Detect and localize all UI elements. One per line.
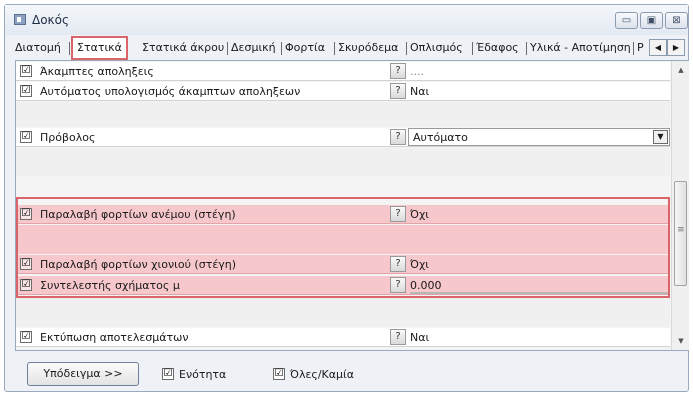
tab-section[interactable]: Διατομή <box>15 40 61 58</box>
property-label: Παραλαβή φορτίων χιονιού (στέγη) <box>40 258 237 271</box>
example-button[interactable]: Υπόδειγμα >> <box>27 362 139 386</box>
property-row-rigid-ends: ☑ Άκαμπτες αποληξεις ? .... <box>16 62 670 81</box>
row-spacer <box>16 148 670 176</box>
property-label: Αυτόματος υπολογισμός άκαμπτων αποληξεων <box>40 85 301 98</box>
row-checkbox[interactable]: ☑ <box>20 65 32 77</box>
vertical-scrollbar[interactable]: ▲ ▼ <box>671 61 689 350</box>
tab-separator <box>526 42 527 55</box>
unit-checkbox[interactable]: ☑ Ενότητα <box>162 367 252 381</box>
scroll-down-icon[interactable]: ▼ <box>672 334 690 348</box>
tab-strip: Διατομή Στατικά Στατικά άκρου Δεσμική Φο… <box>9 36 685 60</box>
row-checkbox[interactable]: ☑ <box>20 279 32 291</box>
property-label: Παραλαβή φορτίων ανέμου (στέγη) <box>40 208 236 221</box>
property-label: Πρόβολος <box>40 131 96 144</box>
tab-concrete[interactable]: Σκυρόδεμα <box>338 40 398 58</box>
property-grid: ☑ Άκαμπτες αποληξεις ? .... ☑ Αυτόματος … <box>15 60 689 351</box>
scroll-thumb[interactable] <box>674 181 687 286</box>
shape-coefficient-input[interactable]: 0.000 <box>410 279 442 292</box>
title-bar[interactable]: Δοκός ▭ ▣ ⊠ <box>5 5 688 35</box>
row-checkbox[interactable]: ☑ <box>20 258 32 270</box>
help-button[interactable]: ? <box>390 277 406 293</box>
tab-scroll-left-icon[interactable]: ◀ <box>649 39 667 56</box>
row-checkbox[interactable]: ☑ <box>20 85 32 97</box>
help-button[interactable]: ? <box>390 129 406 145</box>
tab-end-statics[interactable]: Στατικά άκρου <box>142 40 224 58</box>
property-value[interactable]: Όχι <box>410 258 429 271</box>
tab-statics[interactable]: Στατικά <box>71 36 128 60</box>
close-button[interactable]: ⊠ <box>665 12 688 29</box>
tab-separator <box>633 42 634 55</box>
tab-reinforcement[interactable]: Οπλισμός <box>410 40 463 58</box>
tab-soil[interactable]: Έδαφος <box>476 40 519 58</box>
tab-separator <box>406 42 407 55</box>
checkbox-box[interactable]: ☑ <box>162 368 174 380</box>
tab-separator <box>281 42 282 55</box>
select-value: Αυτόματο <box>413 131 468 144</box>
property-label: Άκαμπτες αποληξεις <box>40 65 154 78</box>
row-checkbox[interactable]: ☑ <box>20 208 32 220</box>
dialog-window: Δοκός ▭ ▣ ⊠ Διατομή Στατικά Στατικά άκρο… <box>4 4 689 392</box>
tab-separator <box>69 42 70 55</box>
property-label: Εκτύπωση αποτελεσμάτων <box>40 331 189 344</box>
tab-scroll-arrows: ◀ ▶ <box>649 39 685 56</box>
tab-loads[interactable]: Φορτία <box>285 40 325 58</box>
select-all-checkbox[interactable]: ☑ Όλες/Καμία <box>273 367 383 381</box>
help-button[interactable]: ? <box>390 256 406 272</box>
property-label: Συντελεστής σχήματος μ <box>40 279 180 292</box>
property-value[interactable]: .... <box>410 65 424 78</box>
tab-materials-assessment[interactable]: Υλικά - Αποτίμηση <box>530 40 631 58</box>
tab-separator <box>227 42 228 55</box>
row-spacer <box>16 296 670 327</box>
help-button[interactable]: ? <box>390 63 406 79</box>
cantilever-select[interactable]: Αυτόματο ▼ <box>408 128 670 146</box>
dialog-footer: Υπόδειγμα >> ☑ Ενότητα ☑ Όλες/Καμία <box>5 352 688 391</box>
property-value[interactable]: Όχι <box>410 208 429 221</box>
tab-separator <box>472 42 473 55</box>
row-checkbox[interactable]: ☑ <box>20 131 32 143</box>
checkbox-label: Ενότητα <box>179 368 227 381</box>
property-row-shape-coefficient: ☑ Συντελεστής σχήματος μ ? 0.000 <box>16 276 670 295</box>
property-value[interactable]: Ναι <box>410 331 429 344</box>
property-row-snow-loads: ☑ Παραλαβή φορτίων χιονιού (στέγη) ? Όχι <box>16 255 670 274</box>
scroll-up-icon[interactable]: ▲ <box>672 63 690 77</box>
tab-truncated[interactable]: Ρ <box>637 40 644 58</box>
property-row-wind-loads: ☑ Παραλαβή φορτίων ανέμου (στέγη) ? Όχι <box>16 205 670 224</box>
app-icon <box>14 14 26 25</box>
help-button[interactable]: ? <box>390 206 406 222</box>
tab-separator <box>334 42 335 55</box>
property-value[interactable]: Ναι <box>410 85 429 98</box>
input-underline <box>410 292 670 294</box>
tab-scroll-right-icon[interactable]: ▶ <box>667 39 685 56</box>
window-title: Δοκός <box>32 13 70 27</box>
row-checkbox[interactable]: ☑ <box>20 331 32 343</box>
help-button[interactable]: ? <box>390 329 406 345</box>
maximize-button[interactable]: ▣ <box>640 12 663 29</box>
property-row-print-results: ☑ Εκτύπωση αποτελεσμάτων ? Ναι <box>16 328 670 347</box>
property-row-auto-rigid-ends: ☑ Αυτόματος υπολογισμός άκαμπτων αποληξε… <box>16 82 670 101</box>
checkbox-label: Όλες/Καμία <box>290 368 354 381</box>
minimize-button[interactable]: ▭ <box>615 12 638 29</box>
row-spacer <box>16 225 670 254</box>
tab-binding[interactable]: Δεσμική <box>231 40 276 58</box>
chevron-down-icon[interactable]: ▼ <box>653 130 668 144</box>
help-button[interactable]: ? <box>390 83 406 99</box>
row-spacer <box>16 102 670 127</box>
checkbox-box[interactable]: ☑ <box>273 368 285 380</box>
property-row-cantilever: ☑ Πρόβολος ? Αυτόματο ▼ <box>16 128 670 147</box>
